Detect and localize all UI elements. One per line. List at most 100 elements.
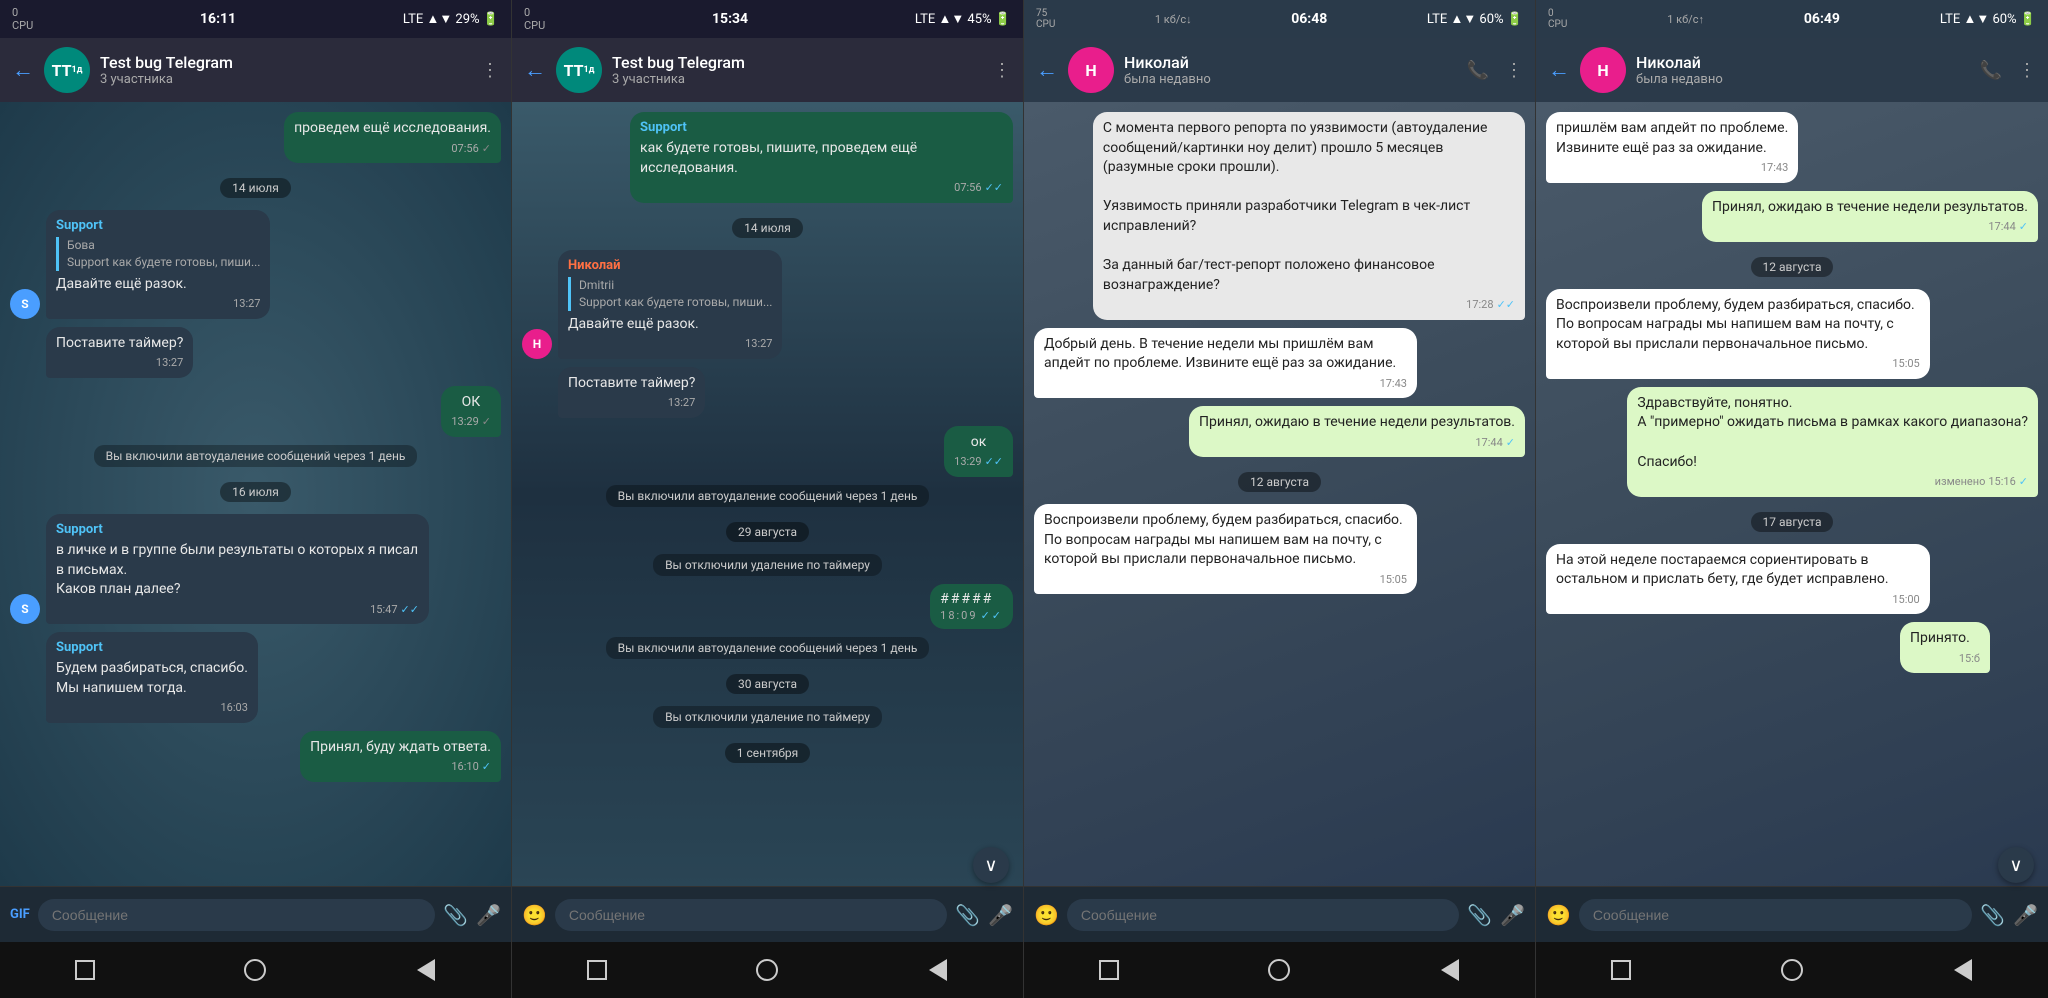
message-bubble: Здравствуйте, понятно.А "примерно" ожида… [1627, 387, 2038, 497]
sender-name: Support [640, 119, 1003, 137]
scroll-down-btn-4[interactable]: ∨ [1998, 847, 2034, 883]
attach-icon[interactable]: 📎 [443, 903, 468, 927]
back-button-1[interactable]: ← [12, 57, 34, 83]
nav-back-btn[interactable] [1436, 956, 1464, 984]
chat-name-2: Test bug Telegram [612, 53, 983, 72]
phone-screen-1: 0CPU 16:11 LTE ▲▼ 29% 🔋 ← TT1д Test bug … [0, 0, 512, 998]
back-button-4[interactable]: ← [1548, 57, 1570, 83]
attach-icon[interactable]: 📎 [1467, 903, 1492, 927]
msg-row: Здравствуйте, понятно.А "примерно" ожида… [1546, 387, 2038, 497]
sticker-icon[interactable]: 🙂 [522, 903, 547, 927]
nav-bar-2 [512, 942, 1023, 998]
signal-battery-4: LTE ▲▼ 60% 🔋 [1940, 11, 2036, 27]
message-input[interactable] [1067, 899, 1459, 931]
msg-row: Принял, ожидаю в течение недели результа… [1034, 406, 1525, 457]
message-text: С момента первого репорта по уязвимости … [1103, 120, 1488, 293]
message-text: Принято. [1910, 630, 1970, 646]
mic-icon[interactable]: 🎤 [476, 903, 501, 927]
scroll-down-btn[interactable]: ∨ [973, 847, 1009, 883]
msg-row: Support как будете готовы, пишите, прове… [522, 112, 1013, 203]
nav-bar-3 [1024, 942, 1535, 998]
message-text: Воспроизвели проблему, будем разбираться… [1556, 297, 1915, 352]
message-bubble: Support Будем разбираться, спасибо.Мы на… [46, 632, 258, 723]
attach-icon[interactable]: 📎 [955, 903, 980, 927]
avatar: S [10, 289, 40, 319]
signal-battery-1: LTE ▲▼ 29% 🔋 [403, 11, 499, 27]
mic-icon[interactable]: 🎤 [988, 903, 1013, 927]
message-text: Будем разбираться, спасибо.Мы напишем то… [56, 660, 248, 696]
system-message: Вы отключили удаление по таймеру [653, 706, 882, 728]
back-button-3[interactable]: ← [1036, 57, 1058, 83]
mic-icon[interactable]: 🎤 [1500, 903, 1525, 927]
status-bar-3: 75CPU 1 кб/с↓ 06:48 LTE ▲▼ 60% 🔋 [1024, 0, 1535, 38]
msg-row: На этой неделе постараемся сориентироват… [1546, 544, 2038, 615]
nav-back-btn[interactable] [1949, 956, 1977, 984]
nav-home-btn[interactable] [1778, 956, 1806, 984]
sender-name: Support [56, 217, 260, 235]
avatar-3: Н [1068, 47, 1114, 93]
nav-square-btn[interactable] [1607, 956, 1635, 984]
nav-square-btn[interactable] [1095, 956, 1123, 984]
date-divider: 29 августа [522, 521, 1013, 540]
chat-info-3: Николай была недавно [1124, 53, 1457, 87]
message-text: ок [971, 434, 987, 450]
message-bubble: Николай DmitriiSupport как будете готовы… [558, 250, 782, 359]
message-input[interactable] [555, 899, 947, 931]
quoted-message: БоваSupport как будете готовы, пиши... [56, 237, 260, 271]
message-bubble: Поставите таймер? 13:27 [46, 327, 193, 378]
message-input[interactable] [38, 899, 435, 931]
msg-row: S Поставите таймер? 13:27 [10, 327, 501, 378]
avatar-2: TT1д [556, 47, 602, 93]
chat-header-4: ← Н Николай была недавно 📞 ⋮ [1536, 38, 2048, 102]
nav-bar-4 [1536, 942, 2048, 998]
date-divider: 17 августа [1546, 511, 2038, 530]
cpu-label-2: 0CPU [524, 6, 545, 32]
net-speed: 1 кб/с↓ [1155, 13, 1192, 26]
message-bubble: проведем ещё исследования. 07:56✓ [284, 112, 501, 163]
msg-row: ОК 13:29✓ [10, 386, 501, 437]
chat-messages-1: проведем ещё исследования. 07:56✓ 14 июл… [0, 102, 511, 886]
message-text: Добрый день. В течение недели мы пришлём… [1044, 336, 1396, 372]
message-input[interactable] [1579, 899, 1972, 931]
nav-home-btn[interactable] [753, 956, 781, 984]
sticker-icon[interactable]: 🙂 [1546, 903, 1571, 927]
chat-sub-4: была недавно [1636, 72, 1970, 87]
nav-home-btn[interactable] [241, 956, 269, 984]
msg-row: Принял, ожидаю в течение недели результа… [1546, 191, 2038, 242]
back-button-2[interactable]: ← [524, 57, 546, 83]
chat-header-2: ← TT1д Test bug Telegram 3 участника ⋮ [512, 38, 1023, 102]
more-icon-1[interactable]: ⋮ [481, 60, 499, 81]
chat-messages-2: Support как будете готовы, пишите, прове… [512, 102, 1023, 886]
nav-square-btn[interactable] [71, 956, 99, 984]
message-text: Поставите таймер? [56, 335, 183, 351]
chat-info-2: Test bug Telegram 3 участника [612, 53, 983, 87]
date-divider: 12 августа [1034, 471, 1525, 490]
msg-row: ок 13:29✓✓ [522, 426, 1013, 477]
message-bubble: Воспроизвели проблему, будем разбираться… [1546, 289, 1930, 379]
message-text: На этой неделе постараемся сориентироват… [1556, 552, 1889, 588]
more-icon-2[interactable]: ⋮ [993, 60, 1011, 81]
msg-row: Н Поставите таймер? 13:27 [522, 367, 1013, 418]
more-icon-4[interactable]: ⋮ [2018, 60, 2036, 81]
call-icon-3[interactable]: 📞 [1467, 60, 1489, 81]
input-bar-3: 🙂 📎 🎤 [1024, 886, 1535, 942]
date-divider: 14 июля [522, 217, 1013, 236]
message-bubble: Принял, буду ждать ответа. 16:10✓ [300, 731, 501, 782]
attach-icon[interactable]: 📎 [1980, 903, 2005, 927]
mic-icon[interactable]: 🎤 [2013, 903, 2038, 927]
gif-button[interactable]: GIF [10, 907, 30, 922]
nav-square-btn[interactable] [583, 956, 611, 984]
more-icon-3[interactable]: ⋮ [1505, 60, 1523, 81]
header-icons-4: 📞 ⋮ [1980, 60, 2036, 81]
message-bubble: Поставите таймер? 13:27 [558, 367, 705, 418]
header-icons-3: 📞 ⋮ [1467, 60, 1523, 81]
chat-info-4: Николай была недавно [1636, 53, 1970, 87]
message-text: ОК [462, 394, 481, 410]
nav-home-btn[interactable] [1265, 956, 1293, 984]
msg-row: S Support в личке и в группе были резуль… [10, 514, 501, 624]
call-icon-4[interactable]: 📞 [1980, 60, 2002, 81]
sticker-icon[interactable]: 🙂 [1034, 903, 1059, 927]
message-bubble: ок 13:29✓✓ [944, 426, 1013, 477]
nav-back-btn[interactable] [924, 956, 952, 984]
nav-back-btn[interactable] [412, 956, 440, 984]
